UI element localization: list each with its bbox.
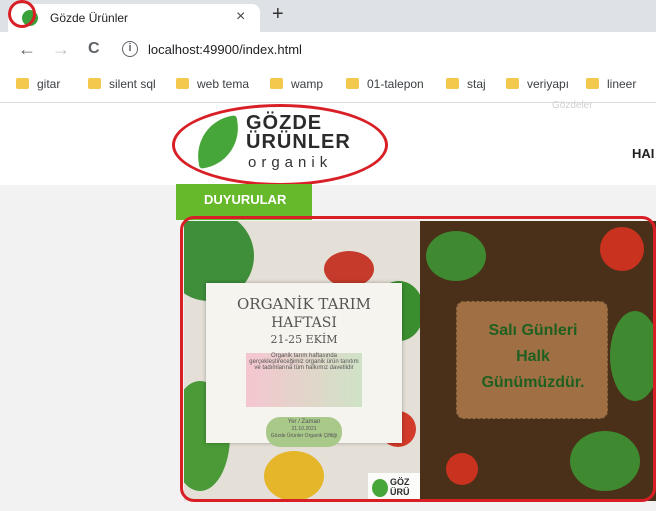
bookmark-item[interactable]: silent sql [88, 77, 156, 91]
reload-button[interactable]: C [88, 40, 100, 58]
bookmark-item[interactable]: web tema [176, 77, 249, 91]
bookmark-item[interactable]: gitar [16, 77, 60, 91]
announcements-label: DUYURULAR [204, 192, 287, 207]
browser-tab[interactable]: Gözde Ürünler × [8, 4, 260, 32]
folder-icon [176, 78, 189, 89]
folder-icon [16, 78, 29, 89]
new-tab-button[interactable]: + [272, 3, 284, 26]
logo-highlight-circle [172, 104, 388, 186]
bookmark-item[interactable]: staj [446, 77, 486, 91]
address-bar[interactable]: localhost:49900/index.html [148, 42, 302, 57]
forward-button[interactable]: → [52, 39, 70, 60]
tab-strip: Gözde Ürünler × + [0, 0, 656, 32]
bookmark-item[interactable]: veriyapı [506, 77, 569, 91]
tab-title: Gözde Ürünler [50, 11, 129, 25]
favicon-highlight-circle [8, 0, 36, 28]
announcements-tab[interactable]: DUYURULAR [176, 184, 312, 220]
folder-icon [586, 78, 599, 89]
site-info-icon[interactable]: i [122, 41, 138, 57]
bookmark-item[interactable]: lineer [586, 77, 636, 91]
folder-icon [446, 78, 459, 89]
close-tab-icon[interactable]: × [236, 8, 245, 26]
folder-icon [346, 78, 359, 89]
bookmarks-bar: gitar silent sql web tema wamp 01-talepo… [0, 68, 656, 103]
banner-highlight-box [180, 216, 656, 502]
folder-icon [270, 78, 283, 89]
back-button[interactable]: ← [18, 39, 36, 60]
bookmark-item[interactable]: wamp [270, 77, 323, 91]
folder-icon [506, 78, 519, 89]
folder-icon [88, 78, 101, 89]
bookmark-item[interactable]: 01-talepon [346, 77, 424, 91]
faded-header-text: Gözdeler [552, 100, 593, 111]
address-toolbar: ← → C i localhost:49900/index.html [0, 32, 656, 68]
nav-menu-item[interactable]: HAI [632, 146, 654, 161]
